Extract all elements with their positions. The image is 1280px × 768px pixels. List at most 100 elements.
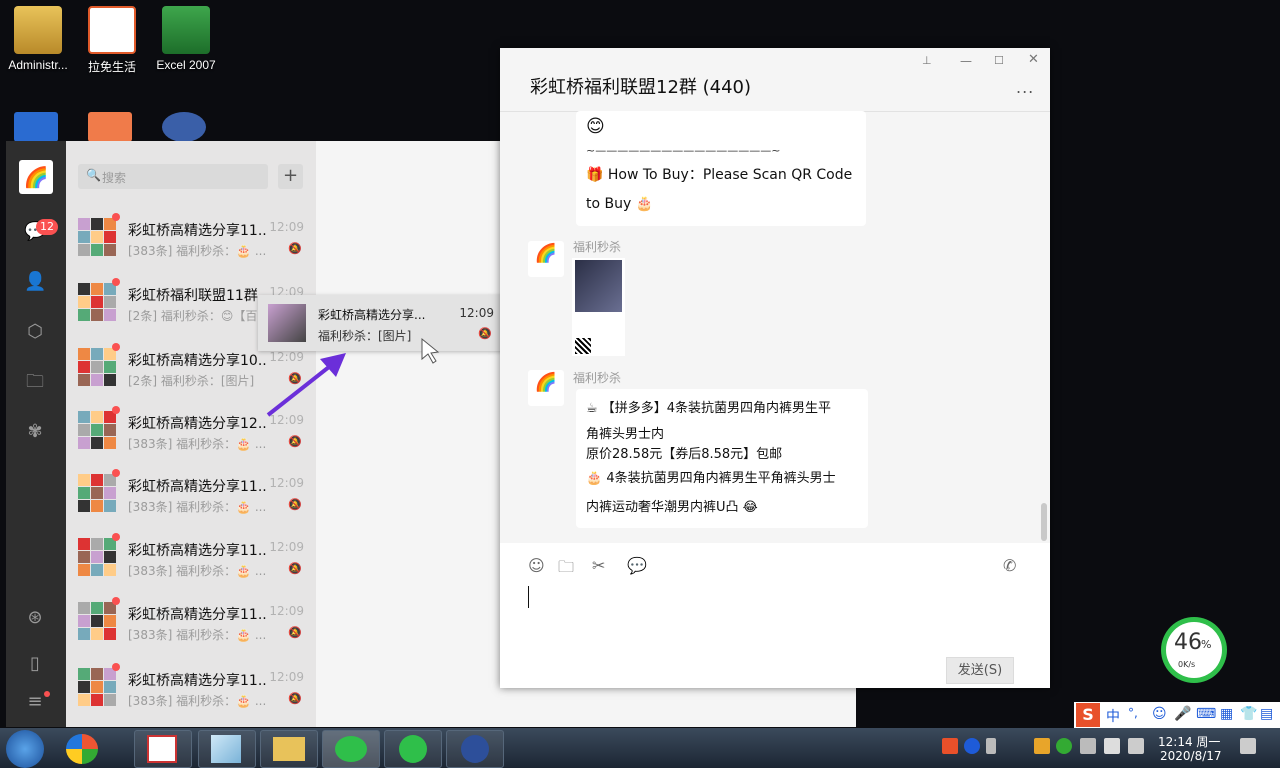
desktop-icon-excel[interactable]: Excel 2007: [148, 6, 224, 72]
sogou-tray-icon[interactable]: [942, 738, 958, 754]
group-avatar: [78, 411, 116, 449]
tray-app-icon[interactable]: [1034, 738, 1050, 754]
user-folder-icon: [14, 6, 62, 54]
qr-code: [575, 338, 591, 354]
moments-icon[interactable]: ✾: [24, 421, 46, 443]
clock-date[interactable]: 2020/8/17: [1160, 749, 1222, 763]
ime-punct[interactable]: °,: [1128, 706, 1138, 720]
group-avatar: [78, 538, 116, 576]
group-avatar: [78, 668, 116, 706]
tools-icon[interactable]: ▦: [1220, 706, 1233, 722]
product-photo: [575, 260, 622, 312]
desktop-icon-lamian[interactable]: 拉免生活: [74, 6, 150, 75]
taskbar-explorer[interactable]: [260, 730, 318, 768]
send-button[interactable]: 发送(S): [946, 657, 1014, 684]
desktop-icon-administrator[interactable]: Administr...: [0, 6, 76, 72]
pin-icon[interactable]: ⊥: [922, 54, 932, 67]
clock-time[interactable]: 12:14 周一: [1158, 733, 1220, 750]
percent-sign: %: [1201, 638, 1212, 651]
message-bubble: 😊 ~————————————————~ 🎁 How To Buy：Please…: [576, 111, 866, 226]
contacts-icon[interactable]: 👤: [24, 271, 46, 293]
screenshot-icon[interactable]: ✂: [592, 556, 605, 575]
scrollbar[interactable]: [1041, 503, 1047, 541]
rabbit-app-icon: [88, 6, 136, 54]
message-line: 🎂 4条装抗菌男四角内裤男生平角裤头男士: [586, 471, 836, 486]
minimize-icon[interactable]: —: [960, 54, 972, 68]
sender-avatar[interactable]: 🌈: [528, 370, 564, 406]
taskbar-media-app[interactable]: [446, 730, 504, 768]
call-icon[interactable]: ✆: [1003, 556, 1016, 575]
sender-avatar[interactable]: 🌈: [528, 241, 564, 277]
chat-title: 彩虹桥福利联盟12群 (440): [530, 77, 752, 98]
chat-list-item[interactable]: 彩虹桥高精选分享11... 12:09 [383条] 福利秒杀：🎂 ... 🔕: [66, 206, 316, 270]
ime-toolbar[interactable]: S 中 °, ☺ 🎤 ⌨ ▦ 👕 ▤: [1074, 702, 1280, 728]
message-line: to Buy 🎂: [586, 196, 654, 212]
keyboard-icon[interactable]: ⌨: [1196, 706, 1216, 722]
help-icon[interactable]: [964, 738, 980, 754]
emoji-icon[interactable]: ☺: [1152, 706, 1167, 722]
chat-list-item[interactable]: 彩虹桥高精选分享11... 12:09 [383条] 福利秒杀：🎂 ... 🔕: [66, 526, 316, 590]
emoji-icon[interactable]: ☺: [528, 556, 545, 575]
volume-muted-icon[interactable]: [1080, 738, 1096, 754]
chat-window: ⊥ — ☐ ✕ 彩虹桥福利联盟12群 (440) ... 😊 ~————————…: [500, 48, 1050, 688]
chat-list-item[interactable]: 彩虹桥高精选分享11... 12:09 [383条] 福利秒杀：🎂 ... 🔕: [66, 656, 316, 720]
unread-dot: [112, 278, 120, 286]
unread-dot: [112, 597, 120, 605]
mute-icon: 🔕: [288, 626, 302, 639]
app-icon[interactable]: [88, 112, 132, 142]
search-input[interactable]: 🔍 搜索: [78, 164, 268, 189]
taskbar-refresh-app[interactable]: [384, 730, 442, 768]
favorites-icon[interactable]: ⬡: [24, 321, 46, 343]
chat-name: 彩虹桥福利联盟11群: [128, 288, 258, 304]
chat-preview: [2条] 福利秒杀：😊【百...: [128, 309, 269, 323]
image-message[interactable]: [572, 258, 625, 356]
360-icon[interactable]: [66, 734, 98, 764]
folder-icon[interactable]: 🗀: [24, 371, 46, 393]
grid-icon[interactable]: ▤: [1260, 706, 1273, 722]
unread-dot: [112, 213, 120, 221]
rainbow-logo-avatar[interactable]: 🌈: [19, 160, 53, 194]
ime-lang[interactable]: 中: [1106, 706, 1120, 726]
mini-program-icon[interactable]: ⊛: [24, 607, 46, 629]
network-icon[interactable]: [1104, 738, 1120, 754]
unread-dot: [112, 663, 120, 671]
chat-preview: [383条] 福利秒杀：🎂 ...: [128, 244, 267, 258]
more-options-button[interactable]: ...: [1016, 78, 1034, 97]
taskbar-app-1[interactable]: [134, 730, 192, 768]
phone-icon[interactable]: ▯: [24, 653, 46, 675]
chat-list-item[interactable]: 彩虹桥高精选分享11... 12:09 [383条] 福利秒杀：🎂 ... 🔕: [66, 590, 316, 654]
taskbar-app-2[interactable]: [198, 730, 256, 768]
mic-icon[interactable]: 🎤: [1174, 706, 1191, 722]
excel-icon: [162, 6, 210, 54]
chat-preview: [383条] 福利秒杀：🎂 ...: [128, 437, 267, 451]
close-icon[interactable]: ✕: [1028, 52, 1039, 67]
chat-preview: [383条] 福利秒杀：🎂 ...: [128, 500, 267, 514]
speed-value: 0K/s: [1178, 660, 1196, 669]
mute-icon: 🔕: [288, 242, 302, 255]
media-icon[interactable]: [162, 112, 206, 142]
message-line: 🎁 How To Buy：Please Scan QR Code: [586, 167, 853, 183]
chat-name: 彩虹桥高精选分享11...: [128, 607, 268, 623]
file-icon[interactable]: 🗀: [558, 556, 574, 583]
chat-time: 12:09: [269, 476, 304, 490]
menu-icon[interactable]: ≡: [24, 691, 46, 713]
chat-list-item[interactable]: 彩虹桥高精选分享11... 12:09 [383条] 福利秒杀：🎂 ... 🔕: [66, 462, 316, 526]
start-button[interactable]: [6, 730, 44, 768]
tray-add-icon[interactable]: [1056, 738, 1072, 754]
chat-time: 12:09: [269, 540, 304, 554]
text-cursor: [528, 586, 529, 608]
computer-icon[interactable]: [14, 112, 58, 142]
add-chat-button[interactable]: +: [278, 164, 303, 189]
chat-history-icon[interactable]: 💬: [627, 556, 647, 575]
skin-icon[interactable]: 👕: [1240, 706, 1257, 722]
mute-icon: 🔕: [288, 562, 302, 575]
sender-name: 福利秒杀: [573, 240, 622, 254]
device-icon[interactable]: [1128, 738, 1144, 754]
network-speed-widget[interactable]: 46 % 0K/s: [1161, 617, 1227, 683]
maximize-icon[interactable]: ☐: [994, 54, 1004, 67]
taskbar-wechat[interactable]: [322, 730, 380, 768]
chat-name: 彩虹桥高精选分享10...: [128, 353, 268, 369]
sogou-icon[interactable]: S: [1076, 703, 1100, 727]
tray-expand-icon[interactable]: [986, 738, 996, 754]
action-center-icon[interactable]: [1240, 738, 1256, 754]
